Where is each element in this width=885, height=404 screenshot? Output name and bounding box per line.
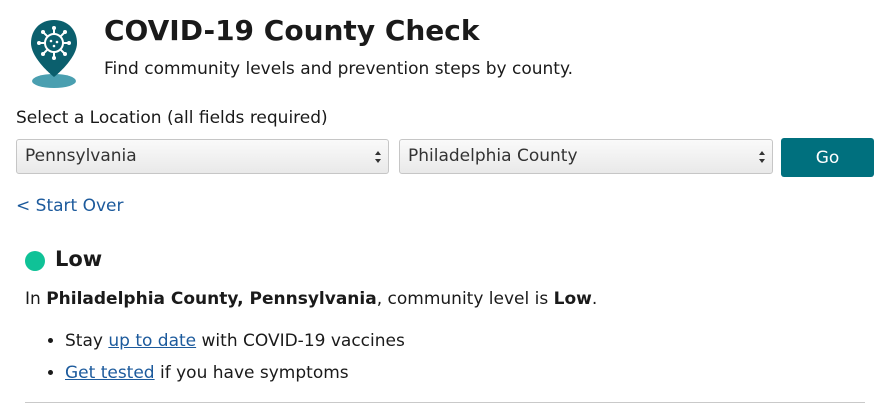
select-arrows-icon bbox=[375, 151, 381, 163]
community-level-statement: In Philadelphia County, Pennsylvania, co… bbox=[25, 289, 597, 309]
community-level-heading: Low bbox=[55, 247, 103, 271]
prevention-steps-list: Stay up to date with COVID-19 vaccines G… bbox=[28, 330, 405, 394]
step-text-post: with COVID-19 vaccines bbox=[196, 331, 405, 351]
prevention-step-vaccines: Stay up to date with COVID-19 vaccines bbox=[65, 330, 405, 362]
state-select-value: Pennsylvania bbox=[25, 146, 137, 166]
step-text-post: if you have symptoms bbox=[154, 363, 349, 383]
state-select[interactable]: Pennsylvania bbox=[16, 139, 389, 174]
statement-level: Low bbox=[553, 289, 592, 309]
get-tested-link[interactable]: Get tested bbox=[65, 363, 155, 383]
statement-county: Philadelphia County, Pennsylvania bbox=[46, 289, 377, 309]
county-select-value: Philadelphia County bbox=[408, 146, 578, 166]
community-level-indicator bbox=[25, 251, 45, 271]
step-text-pre: Stay bbox=[65, 331, 109, 351]
statement-middle: , community level is bbox=[376, 289, 554, 309]
map-pin-virus-icon bbox=[31, 20, 77, 88]
page-title: COVID-19 County Check bbox=[104, 14, 480, 47]
divider bbox=[25, 402, 865, 403]
statement-prefix: In bbox=[25, 289, 47, 309]
statement-suffix: . bbox=[591, 289, 598, 309]
county-select[interactable]: Philadelphia County bbox=[399, 139, 773, 174]
prevention-step-testing: Get tested if you have symptoms bbox=[65, 362, 405, 394]
go-button[interactable]: Go bbox=[781, 138, 874, 177]
up-to-date-link[interactable]: up to date bbox=[108, 331, 196, 351]
location-form-label: Select a Location (all fields required) bbox=[16, 108, 328, 128]
start-over-link[interactable]: < Start Over bbox=[16, 196, 123, 216]
select-arrows-icon bbox=[759, 151, 765, 163]
page-subtitle: Find community levels and prevention ste… bbox=[104, 59, 573, 79]
